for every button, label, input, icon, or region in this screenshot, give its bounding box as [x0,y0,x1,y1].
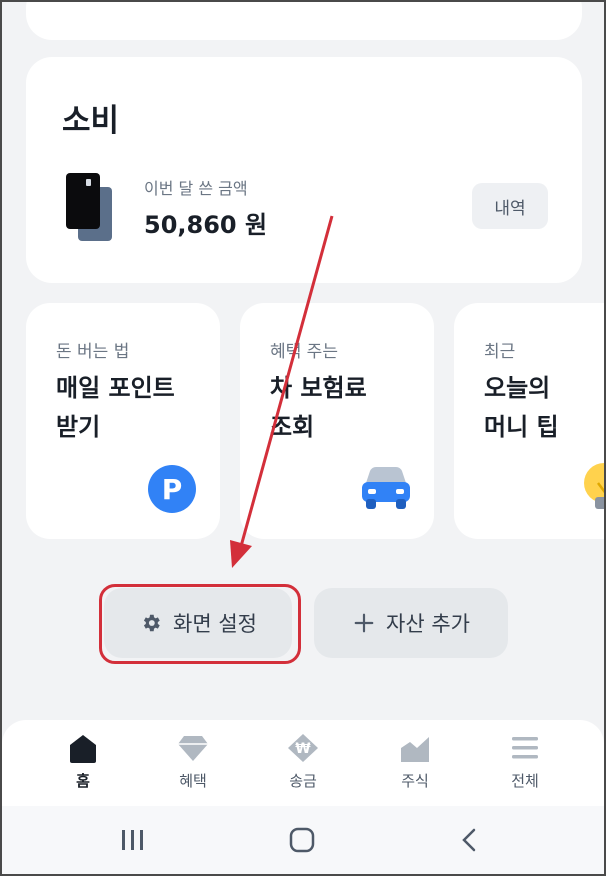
promo-title: 차 보험료 조회 [270,369,367,447]
promo-title: 매일 포인트 받기 [56,369,175,447]
chart-icon [401,737,429,762]
promo-card-money-tip[interactable]: 최근 오늘의 머니 팁 [454,303,604,539]
spent-amount: 50,860 원 [144,211,268,239]
tab-transfer[interactable]: ₩ 송금 [258,732,348,798]
promo-title-line1: 차 보험료 [270,374,367,402]
won-icon: ₩ [288,734,318,762]
menu-icon [512,737,538,759]
gear-icon [139,611,163,635]
tab-stocks[interactable]: 주식 [370,732,460,798]
spending-card[interactable]: 소비 이번 달 쓴 금액 50,860 원 내역 [26,57,582,283]
p-icon: P [148,465,196,513]
promo-title-line1: 매일 포인트 [56,374,175,402]
previous-card[interactable] [26,2,582,40]
tab-bar: 홈 혜택 ₩ 송금 주식 전체 [2,720,604,806]
tab-label: 혜택 [179,772,207,790]
history-button[interactable]: 내역 [472,183,548,229]
tab-label: 송금 [289,772,317,790]
add-asset-button[interactable]: 자산 추가 [314,588,508,658]
promo-card-insurance[interactable]: 혜택 주는 차 보험료 조회 [240,303,434,539]
credit-card-icon [66,173,114,245]
promo-title-line1: 오늘의 [484,374,551,402]
tab-label: 주식 [401,772,429,790]
screen-settings-label: 화면 설정 [173,612,257,636]
car-icon [362,467,410,509]
promo-title: 오늘의 머니 팁 [484,369,559,447]
spending-title: 소비 [62,103,120,139]
back-icon[interactable] [452,824,488,856]
promo-title-line2: 받기 [56,413,101,441]
promo-subtitle: 돈 버는 법 [56,342,130,362]
tab-label: 전체 [511,772,539,790]
screen-settings-button[interactable]: 화면 설정 [104,588,292,658]
promo-title-line2: 조회 [270,413,315,441]
home-icon [70,735,96,763]
system-nav-bar [2,806,604,874]
tab-label: 홈 [76,772,90,790]
tab-benefits[interactable]: 혜택 [148,732,238,798]
promo-subtitle: 혜택 주는 [270,342,338,362]
tab-all[interactable]: 전체 [480,732,570,798]
promo-subtitle: 최근 [484,342,516,362]
svg-text:₩: ₩ [295,741,311,757]
promo-card-points[interactable]: 돈 버는 법 매일 포인트 받기 P [26,303,220,539]
diamond-icon [178,736,208,761]
home-circle-icon[interactable] [284,824,320,856]
app-screen: 소비 이번 달 쓴 금액 50,860 원 내역 돈 버는 법 매일 포인트 받… [0,0,606,876]
recent-apps-icon[interactable] [114,824,150,856]
lightbulb-icon [584,463,604,509]
promo-title-line2: 머니 팁 [484,413,559,441]
plus-icon [352,611,376,635]
tab-home[interactable]: 홈 [38,732,128,798]
spent-label: 이번 달 쓴 금액 [144,179,248,198]
add-asset-label: 자산 추가 [386,612,470,636]
